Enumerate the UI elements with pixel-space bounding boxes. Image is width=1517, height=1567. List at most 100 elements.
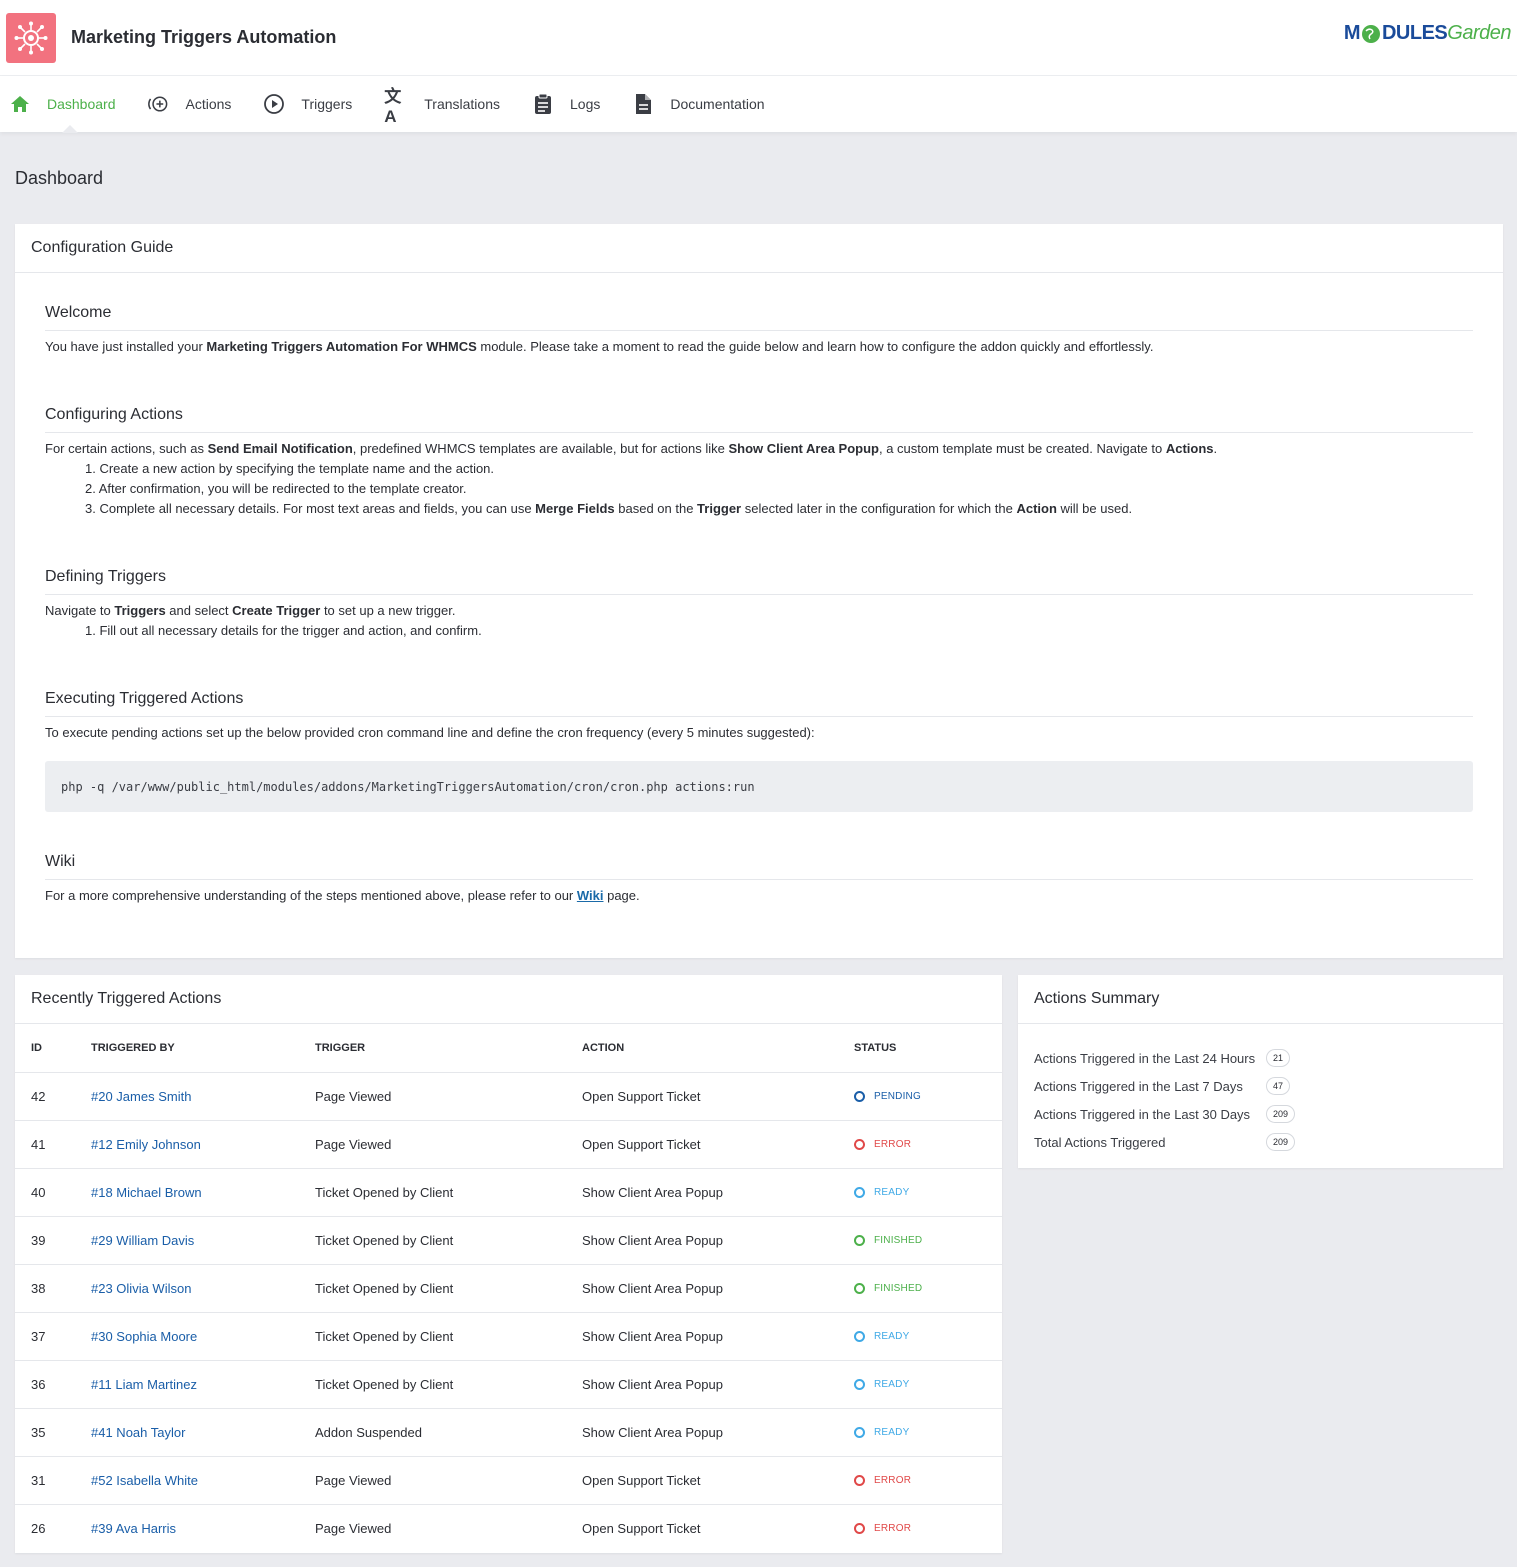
- welcome-title: Welcome: [45, 304, 1473, 331]
- add-circle-icon: [147, 93, 170, 115]
- wiki-title: Wiki: [45, 853, 1473, 880]
- cell-trigger: Page Viewed: [315, 1520, 392, 1536]
- nav-actions-label: Actions: [185, 96, 232, 112]
- summary-row: Total Actions Triggered 209: [1034, 1128, 1487, 1156]
- col-status[interactable]: STATUS: [838, 1024, 1002, 1073]
- table-row[interactable]: 31 #52 Isabella White Page Viewed Open Supp…: [15, 1456, 1002, 1505]
- recent-actions-body: 42 #20 James Smith Page Viewed Open Support…: [15, 1072, 1002, 1552]
- nav-documentation[interactable]: Documentation: [632, 76, 765, 132]
- client-link[interactable]: #20 James Smith: [91, 1089, 191, 1104]
- cell-trigger: Page Viewed: [299, 1456, 566, 1505]
- status-label: READY: [874, 1330, 910, 1342]
- cell-status: ERROR: [838, 1456, 1002, 1505]
- page-title: Dashboard: [15, 168, 104, 188]
- guide-header: Configuration Guide: [15, 224, 1503, 273]
- nav-logs[interactable]: Logs: [532, 76, 600, 132]
- cell-id: 37: [15, 1312, 75, 1361]
- table-row[interactable]: 35 #41 Noah Taylor Addon Suspended Show Cli…: [15, 1408, 1002, 1457]
- status-label: READY: [874, 1426, 910, 1438]
- welcome-text: You have just installed your Marketing T…: [45, 339, 1154, 354]
- table-row[interactable]: 39 #29 William Davis Ticket Opened by Clie…: [15, 1216, 1002, 1265]
- actions-steps: 1. Create a new action by specifying the…: [85, 459, 1473, 519]
- status-label: ERROR: [874, 1474, 912, 1486]
- table-row[interactable]: 41 #12 Emily Johnson Page Viewed Open Suppo…: [15, 1120, 1002, 1169]
- status-dot-icon: [854, 1522, 865, 1534]
- client-link[interactable]: #18 Michael Brown: [91, 1185, 202, 1200]
- col-id[interactable]: ID: [15, 1024, 75, 1073]
- col-triggered-by[interactable]: TRIGGERED BY: [75, 1024, 299, 1073]
- status-dot-icon: [854, 1426, 865, 1438]
- cell-triggered-by: #41 Noah Taylor: [75, 1408, 299, 1457]
- cell-id: 42: [15, 1072, 75, 1121]
- client-link[interactable]: #52 Isabella White: [91, 1473, 198, 1488]
- table-header-row: ID TRIGGERED BY TRIGGER ACTION STATUS: [15, 1024, 1002, 1073]
- nav-translations[interactable]: 文A Translations: [384, 76, 500, 132]
- table-row[interactable]: 26 #39 Ava Harris Page Viewed Open Support …: [15, 1504, 1002, 1552]
- client-link[interactable]: #30 Sophia Moore: [91, 1329, 197, 1344]
- target-network-icon: [14, 21, 48, 54]
- brand-modules: DULES: [1381, 22, 1448, 44]
- col-trigger[interactable]: TRIGGER: [299, 1024, 566, 1073]
- cell-id: 35: [15, 1408, 75, 1457]
- status-label: FINISHED: [874, 1282, 923, 1294]
- nav-documentation-label: Documentation: [670, 96, 765, 112]
- table-row[interactable]: 36 #11 Liam Martinez Ticket Opened by Clie…: [15, 1360, 1002, 1409]
- client-link[interactable]: #41 Noah Taylor: [91, 1425, 185, 1440]
- summary-label: Actions Triggered in the Last 24 Hours: [1034, 1050, 1256, 1066]
- cell-status: PENDING: [838, 1072, 1002, 1121]
- cell-trigger: Page Viewed: [299, 1072, 566, 1121]
- nav-translations-label: Translations: [424, 96, 500, 112]
- recent-actions-panel: Recently Triggered Actions ID TRIGGERED …: [15, 975, 1002, 1553]
- nav-triggers-label: Triggers: [301, 96, 353, 112]
- list-item: 1. Create a new action by specifying the…: [85, 461, 495, 476]
- status-badge: READY: [854, 1378, 1002, 1390]
- cell-id: 39: [15, 1216, 75, 1265]
- summary-count-badge: 21: [1266, 1049, 1291, 1067]
- home-icon: [9, 93, 31, 115]
- client-link[interactable]: #11 Liam Martinez: [91, 1377, 197, 1392]
- summary-count-badge: 209: [1266, 1133, 1296, 1151]
- triggers-text: Navigate to Triggers and select Create T…: [45, 603, 456, 618]
- status-badge: READY: [854, 1186, 1002, 1198]
- status-label: ERROR: [874, 1522, 912, 1534]
- nav-actions[interactable]: Actions: [147, 76, 232, 132]
- client-link[interactable]: #23 Olivia Wilson: [91, 1281, 191, 1296]
- triggers-steps: 1. Fill out all necessary details for th…: [85, 621, 1473, 641]
- app-logo[interactable]: [6, 12, 56, 63]
- table-row[interactable]: 40 #18 Michael Brown Ticket Opened by Clie…: [15, 1168, 1002, 1217]
- cell-id: 41: [15, 1120, 75, 1169]
- welcome-section: Welcome You have just installed your Mar…: [45, 304, 1473, 357]
- cell-id: 36: [15, 1360, 75, 1409]
- nav-triggers[interactable]: Triggers: [263, 76, 352, 132]
- client-link[interactable]: #29 William Davis: [91, 1233, 194, 1248]
- summary-count-badge: 47: [1266, 1077, 1291, 1095]
- client-link[interactable]: #12 Emily Johnson: [91, 1137, 201, 1152]
- cell-triggered-by: #29 William Davis: [75, 1216, 299, 1265]
- table-row[interactable]: 37 #30 Sophia Moore Ticket Opened by Clien…: [15, 1312, 1002, 1361]
- status-dot-icon: [854, 1282, 865, 1294]
- brand-letter-m: M: [1343, 22, 1361, 44]
- cell-status: ERROR: [838, 1504, 1002, 1552]
- summary-list: Actions Triggered in the Last 24 Hours 21…: [1018, 1024, 1503, 1176]
- list-item: 1. Fill out all necessary details for th…: [85, 623, 482, 638]
- status-label: PENDING: [874, 1090, 921, 1102]
- wiki-link[interactable]: Wiki: [577, 888, 604, 903]
- client-link[interactable]: #39 Ava Harris: [91, 1521, 176, 1536]
- cron-command-code[interactable]: php -q /var/www/public_html/modules/addo…: [45, 761, 1473, 812]
- cell-id: 40: [15, 1168, 75, 1217]
- actions-section: Configuring Actions For certain actions,…: [45, 406, 1473, 519]
- status-dot-icon: [854, 1090, 865, 1102]
- modulesgarden-logo[interactable]: M DULES Garden: [1343, 22, 1512, 45]
- cell-action: Show Client Area Popup: [566, 1312, 838, 1361]
- nav-dashboard[interactable]: Dashboard: [9, 76, 116, 133]
- status-label: READY: [874, 1186, 910, 1198]
- status-badge: ERROR: [854, 1522, 1002, 1534]
- actions-text: For certain actions, such as Send Email …: [45, 441, 1218, 456]
- col-action[interactable]: ACTION: [566, 1024, 838, 1073]
- status-badge: READY: [854, 1330, 1002, 1342]
- summary-label: Actions Triggered in the Last 30 Days: [1034, 1106, 1251, 1122]
- play-circle-icon: [263, 93, 285, 115]
- table-row[interactable]: 38 #23 Olivia Wilson Ticket Opened by Clie…: [15, 1264, 1002, 1313]
- cell-status: READY: [838, 1408, 1002, 1457]
- table-row[interactable]: 42 #20 James Smith Page Viewed Open Support…: [15, 1072, 1002, 1121]
